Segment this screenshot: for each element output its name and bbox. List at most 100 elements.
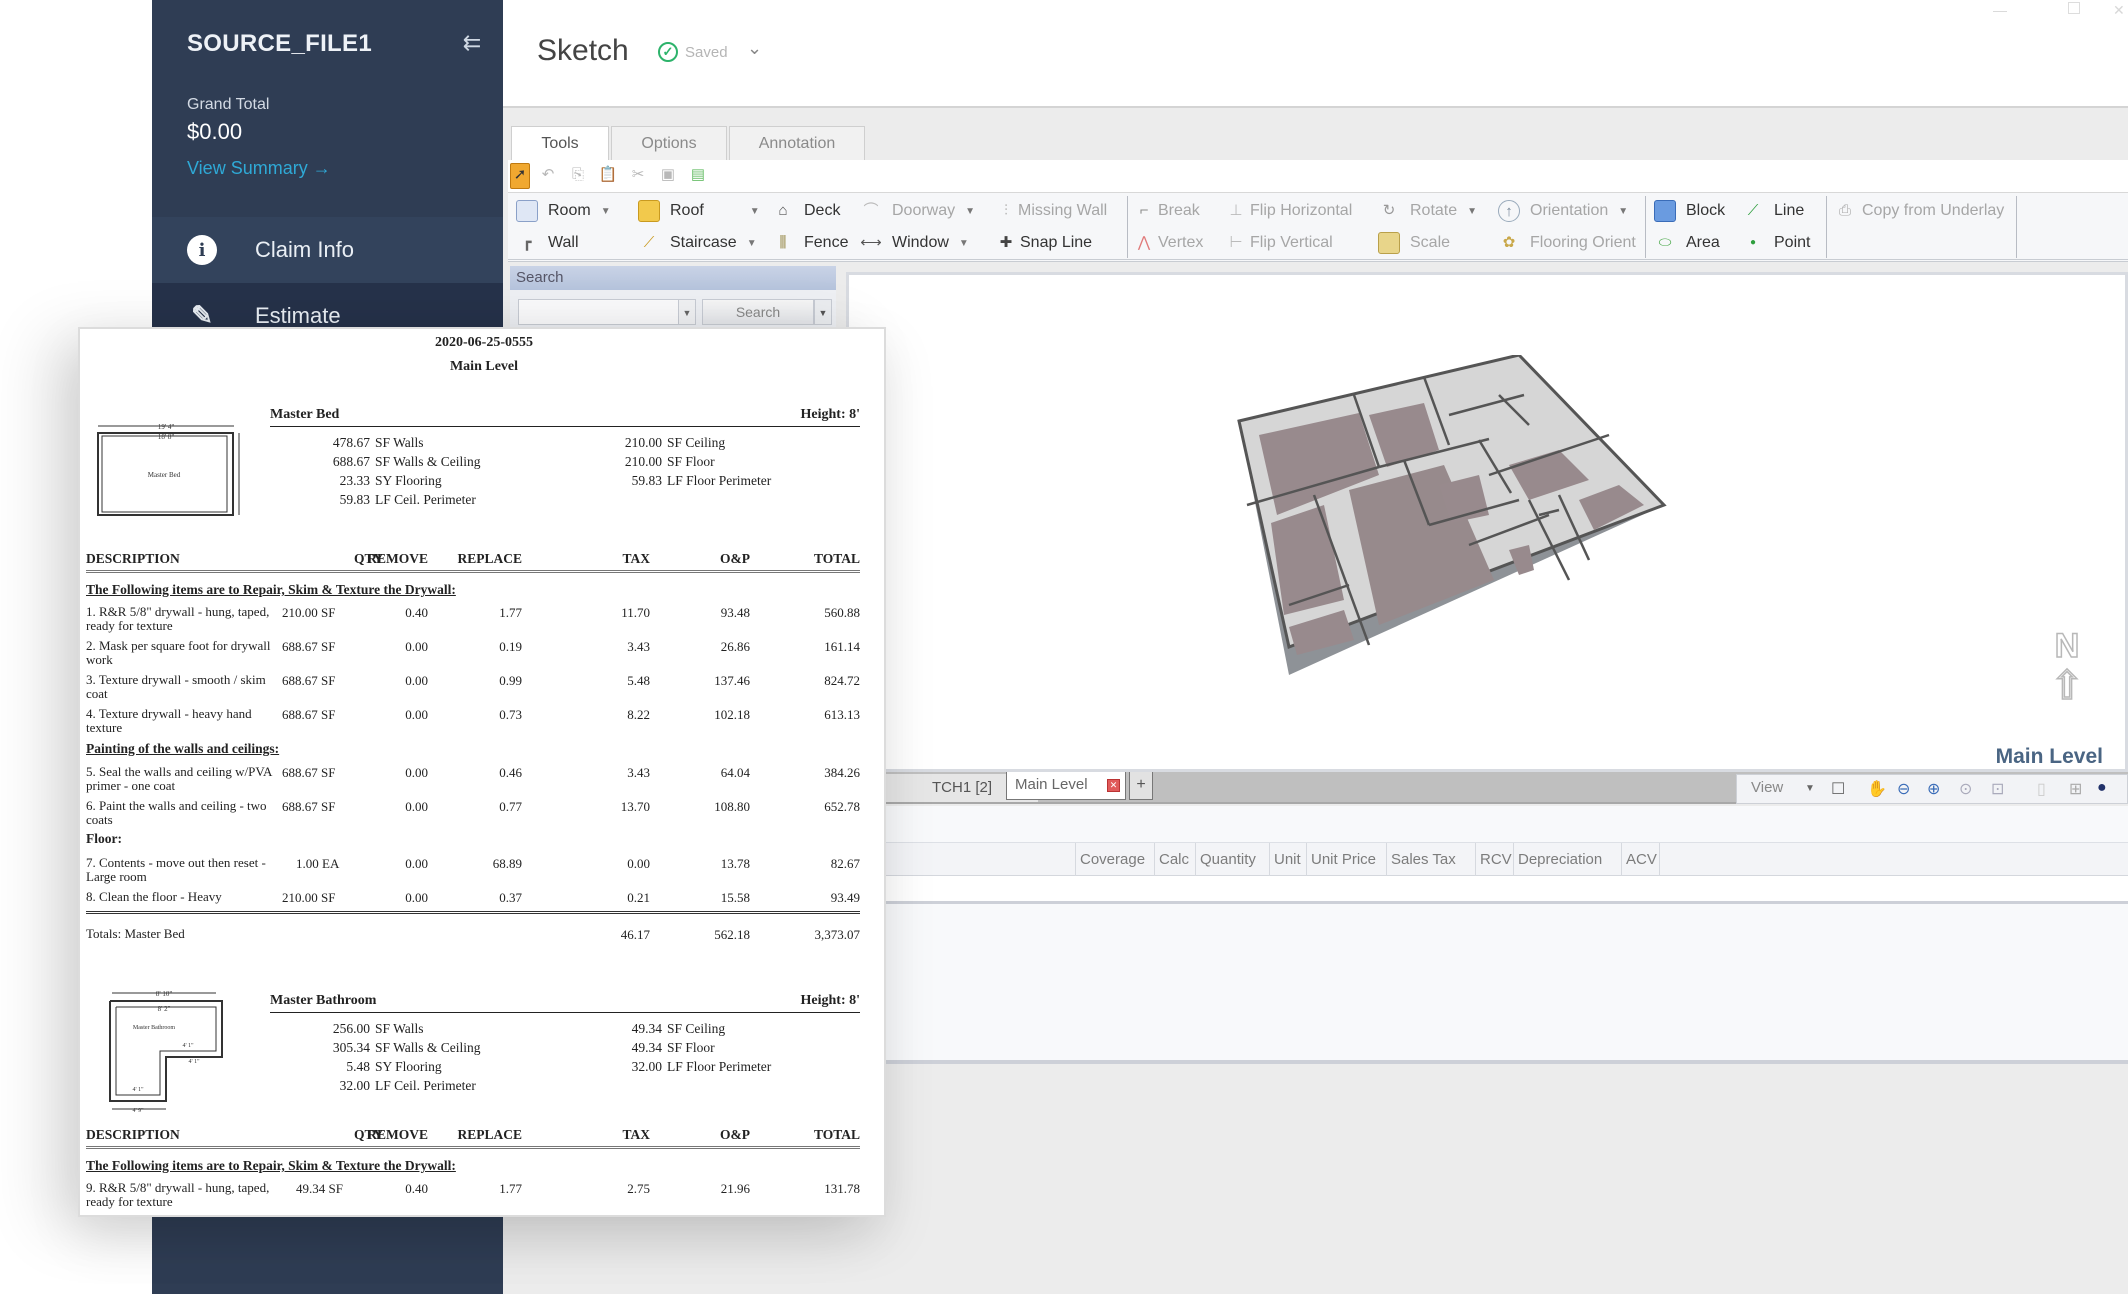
zoom-window-icon[interactable]: ⊡ xyxy=(1991,779,2004,799)
sidebar-item-label: Claim Info xyxy=(255,237,355,262)
estimate-document: 2020-06-25-0555 Main Level 19' 4" 18' 8"… xyxy=(78,327,886,1217)
grid-column-header[interactable]: ACV xyxy=(1621,843,1659,877)
grand-total-value: $0.00 xyxy=(187,119,243,144)
minimize-icon[interactable]: — xyxy=(1993,2,2007,18)
room-icon xyxy=(516,200,538,222)
flip-vertical-button[interactable]: ⊢ Flip Vertical xyxy=(1228,229,1332,257)
collapse-sidebar-icon[interactable]: ⇇ xyxy=(457,30,487,56)
room-measurements-right: 210.00 SF Ceiling 210.00 SF Floor 59.83 LF … xyxy=(624,435,772,488)
select-pointer-icon[interactable]: ➚ xyxy=(510,163,530,189)
fence-button[interactable]: ⫼ Fence xyxy=(772,229,849,257)
scale-button[interactable]: Scale xyxy=(1378,229,1450,257)
table-header: DESCRIPTION QTY REMOVE REPLACE TAX O&P T… xyxy=(86,1127,860,1149)
dropdown-arrow-icon: ▼ xyxy=(1805,783,1815,794)
maximize-icon[interactable] xyxy=(2068,2,2080,14)
room-height: Height: 8' xyxy=(800,993,861,1008)
dropdown-arrow-icon: ▼ xyxy=(746,237,757,249)
line-button[interactable]: ⟋ Line xyxy=(1742,197,1805,225)
3d-view-icon[interactable]: ● xyxy=(2097,779,2107,797)
view-summary-link[interactable]: View Summary → xyxy=(187,158,331,179)
deck-button[interactable]: ⌂ Deck xyxy=(772,197,840,225)
document-id: 2020-06-25-0555 xyxy=(435,335,533,350)
tools-ribbon: Room ▼ ┏ Wall Roof ▼ ⟋ Staircase ▼ ⌂ Deck ⫼ Fen… xyxy=(508,192,2128,262)
sketch-canvas[interactable]: N ⇧ Main Level xyxy=(846,272,2128,772)
search-pane-header: Search xyxy=(510,266,836,290)
master-bed-sketch: 19' 4" 18' 8" Master Bed xyxy=(97,423,240,516)
table-row: 7. Contents - move out then reset - Larg… xyxy=(86,855,860,884)
section-title: Painting of the walls and ceilings: xyxy=(86,741,280,756)
grid-column-header[interactable]: Sales Tax xyxy=(1386,843,1475,877)
sheet-tab-main-level[interactable]: Main Level ✕ xyxy=(1006,772,1126,800)
search-input-dropdown[interactable]: ▼ xyxy=(678,299,696,325)
room-height: Height: 8' xyxy=(800,407,861,422)
tab-options[interactable]: Options xyxy=(611,126,727,160)
save-file-icon[interactable]: ▤ xyxy=(688,164,708,186)
area-button[interactable]: ⬭ Area xyxy=(1654,229,1720,257)
break-button[interactable]: ⌐ Break xyxy=(1136,197,1200,225)
flip-horizontal-button[interactable]: ⊥ Flip Horizontal xyxy=(1228,197,1352,225)
roof-icon xyxy=(638,200,660,222)
room-button[interactable]: Room ▼ xyxy=(516,197,611,225)
file-title: SOURCE_FILE1 xyxy=(187,30,372,57)
zoom-out-icon[interactable]: ⊖ xyxy=(1897,779,1910,799)
roof-button[interactable]: Roof ▼ xyxy=(638,197,760,225)
add-sheet-button[interactable]: + xyxy=(1129,772,1153,800)
search-button[interactable]: Search xyxy=(702,299,814,325)
rotate-button[interactable]: ↻ Rotate ▼ xyxy=(1378,197,1477,225)
copy-icon[interactable]: ⎘ xyxy=(568,164,588,186)
undo-icon[interactable]: ↶ xyxy=(538,164,558,186)
ribbon-separator xyxy=(1826,196,1827,258)
snap-line-button[interactable]: ✚ Snap Line xyxy=(998,229,1092,257)
grid-column-header[interactable]: RCV xyxy=(1475,843,1513,877)
sheet-tab-bar: TCH1 [2] ▼ Main Level ✕ + View ▼ ☐ ✋ ⊖ ⊕… xyxy=(846,772,2128,804)
doorway-button[interactable]: ⌒ Doorway ▼ xyxy=(860,197,975,225)
search-input[interactable] xyxy=(518,299,688,325)
grid-column-header[interactable]: Unit Price xyxy=(1306,843,1386,877)
block-button[interactable]: Block xyxy=(1654,197,1725,225)
view-dropdown[interactable]: View xyxy=(1751,779,1783,796)
grid-column-header[interactable]: Coverage xyxy=(1075,843,1154,877)
missing-wall-button[interactable]: ⫶ Missing Wall xyxy=(998,197,1107,225)
dropdown-arrow-icon: ▼ xyxy=(958,237,969,249)
floorplan-3d-view[interactable] xyxy=(1229,355,1669,695)
point-button[interactable]: ● Point xyxy=(1742,229,1811,257)
room-measurements-right: 49.34 SF Ceiling 49.34 SF Floor 32.00 LF Fl… xyxy=(631,1021,772,1074)
zoom-fit-icon[interactable]: ⊙ xyxy=(1959,779,1972,799)
window-button[interactable]: ⟷ Window ▼ xyxy=(860,229,969,257)
chevron-down-icon[interactable]: ⌄ xyxy=(747,38,762,59)
table-row: 2. Mask per square foot for drywall work… xyxy=(86,638,860,667)
zoom-in-icon[interactable]: ⊕ xyxy=(1927,779,1940,799)
orientation-button[interactable]: ↑ Orientation ▼ xyxy=(1498,197,1628,225)
vertex-button[interactable]: ⋀ Vertex xyxy=(1136,229,1204,257)
tab-annotation[interactable]: Annotation xyxy=(729,126,865,160)
flooring-orient-button[interactable]: ✿ Flooring Orient xyxy=(1498,229,1636,257)
wall-button[interactable]: ┏ Wall xyxy=(516,229,578,257)
tab-tools[interactable]: Tools xyxy=(511,126,609,160)
paste-icon[interactable]: 📋 xyxy=(598,164,618,186)
staircase-button[interactable]: ⟋ Staircase ▼ xyxy=(638,229,757,257)
grid-header: Coverage Calc Quantity Unit Unit Price Sales … xyxy=(846,842,2128,877)
sidebar-item-claim-info[interactable]: i Claim Info xyxy=(152,217,503,283)
select-rectangle-icon[interactable]: ☐ xyxy=(1831,779,1845,799)
add-page-icon[interactable]: ⊞ xyxy=(2069,779,2082,799)
fence-icon: ⫼ xyxy=(779,234,787,251)
pan-hand-icon[interactable]: ✋ xyxy=(1867,779,1887,799)
break-icon: ⌐ xyxy=(1139,202,1149,219)
cut-icon[interactable]: ✂ xyxy=(628,164,648,186)
copy-from-underlay-button[interactable]: ⎙ Copy from Underlay xyxy=(1834,197,2004,225)
search-options-dropdown[interactable]: ▼ xyxy=(814,299,832,325)
svg-text:Master Bathroom: Master Bathroom xyxy=(133,1025,175,1031)
lock-icon[interactable]: ▣ xyxy=(658,164,678,186)
close-tab-icon[interactable]: ✕ xyxy=(1107,779,1120,792)
grid-column-header[interactable]: Unit xyxy=(1269,843,1306,877)
page-icon[interactable]: ▯ xyxy=(2037,779,2046,799)
copy-underlay-icon: ⎙ xyxy=(1838,202,1851,219)
grid-column-header[interactable]: Calc xyxy=(1154,843,1195,877)
grid-column-header[interactable]: Quantity xyxy=(1195,843,1269,877)
close-icon[interactable]: ✕ xyxy=(2113,2,2125,19)
check-circle-icon: ✓ xyxy=(658,42,678,62)
line-icon: ⟋ xyxy=(1747,202,1759,219)
grid-row[interactable] xyxy=(846,876,2128,904)
grid-column-header[interactable]: Depreciation xyxy=(1513,843,1621,877)
scale-icon xyxy=(1378,232,1400,254)
